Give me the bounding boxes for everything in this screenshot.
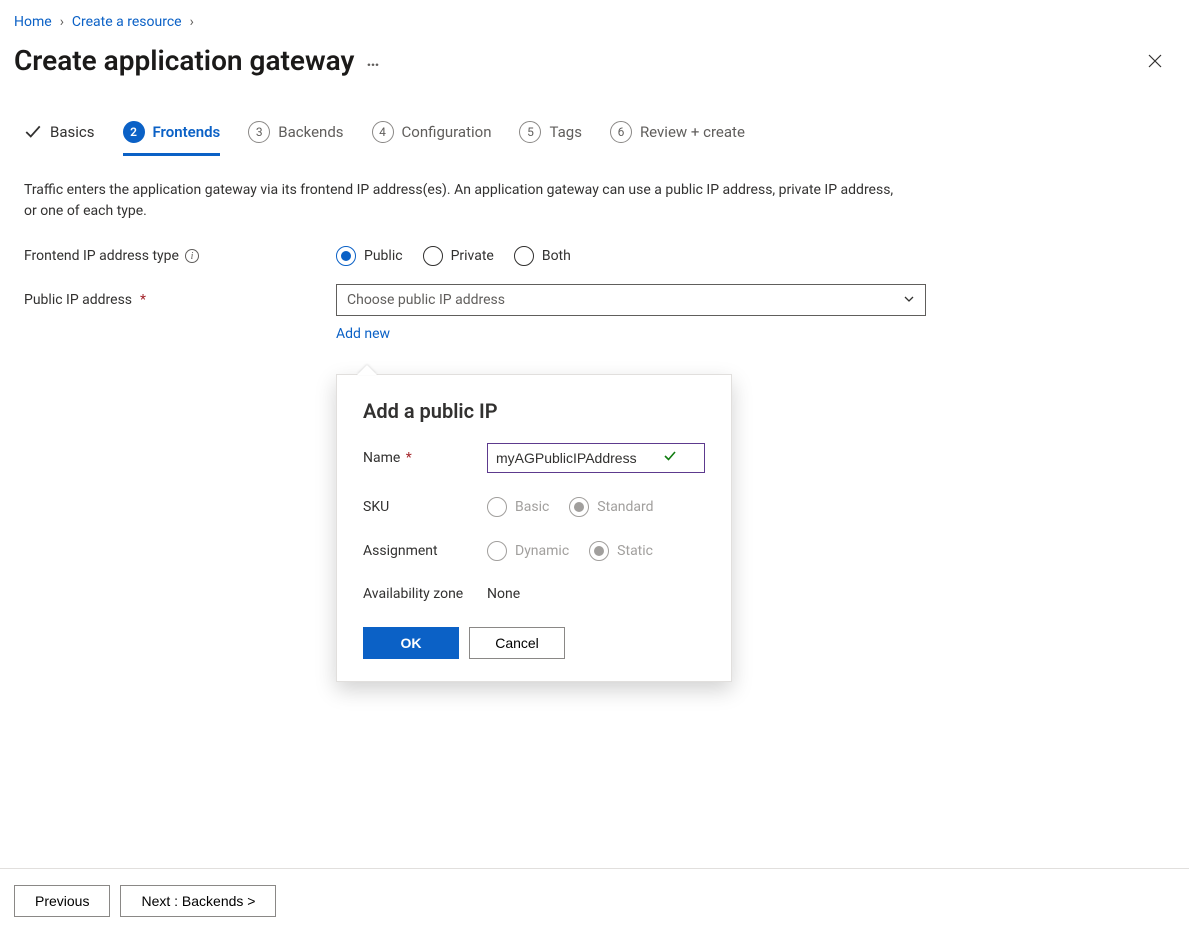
sku-label: SKU xyxy=(363,498,487,516)
tab-description: Traffic enters the application gateway v… xyxy=(0,156,920,222)
check-icon xyxy=(663,449,677,467)
public-ip-label: Public IP address xyxy=(24,292,132,308)
form: Frontend IP address type i Public Privat… xyxy=(0,222,1189,342)
step-number-icon: 3 xyxy=(248,121,270,143)
required-icon: * xyxy=(406,450,412,466)
next-button[interactable]: Next : Backends > xyxy=(120,885,276,917)
cancel-button[interactable]: Cancel xyxy=(469,627,565,659)
tab-configuration[interactable]: 4 Configuration xyxy=(372,121,492,156)
wizard-tabs: Basics 2 Frontends 3 Backends 4 Configur… xyxy=(0,85,1189,156)
availability-zone-value: None xyxy=(487,586,520,602)
tab-tags[interactable]: 5 Tags xyxy=(519,121,581,156)
add-new-link[interactable]: Add new xyxy=(336,326,390,342)
radio-label: Private xyxy=(451,248,494,264)
breadcrumb-home[interactable]: Home xyxy=(14,14,52,30)
tab-basics[interactable]: Basics xyxy=(24,123,95,154)
frontend-type-radio-group: Public Private Both xyxy=(336,246,571,266)
name-label: Name xyxy=(363,450,400,466)
more-icon[interactable]: … xyxy=(366,50,381,71)
radio-public[interactable]: Public xyxy=(336,246,403,266)
radio-icon xyxy=(589,541,609,561)
check-icon xyxy=(24,123,42,141)
tab-label: Backends xyxy=(278,123,343,141)
tab-frontends[interactable]: 2 Frontends xyxy=(123,121,221,156)
step-number-icon: 5 xyxy=(519,121,541,143)
breadcrumb-create-resource[interactable]: Create a resource xyxy=(72,14,182,30)
tab-label: Configuration xyxy=(402,123,492,141)
tab-label: Frontends xyxy=(153,123,221,141)
radio-label: Public xyxy=(364,248,403,264)
ok-button[interactable]: OK xyxy=(363,627,459,659)
radio-assignment-dynamic: Dynamic xyxy=(487,541,569,561)
radio-private[interactable]: Private xyxy=(423,246,494,266)
radio-label: Dynamic xyxy=(515,543,569,559)
radio-label: Standard xyxy=(597,499,653,515)
radio-icon xyxy=(336,246,356,266)
tab-label: Tags xyxy=(549,123,581,141)
previous-button[interactable]: Previous xyxy=(14,885,110,917)
tab-backends[interactable]: 3 Backends xyxy=(248,121,343,156)
chevron-down-icon xyxy=(903,293,915,308)
radio-label: Basic xyxy=(515,499,549,515)
step-number-icon: 4 xyxy=(372,121,394,143)
page-header: Create application gateway … xyxy=(0,38,1189,85)
availability-zone-label: Availability zone xyxy=(363,585,487,603)
step-number-icon: 2 xyxy=(123,121,145,143)
close-icon[interactable] xyxy=(1139,45,1171,77)
radio-assignment-static: Static xyxy=(589,541,653,561)
chevron-right-icon: › xyxy=(190,14,194,30)
radio-icon xyxy=(569,497,589,517)
popover-title: Add a public IP xyxy=(363,399,705,423)
radio-label: Static xyxy=(617,543,653,559)
frontend-type-label: Frontend IP address type xyxy=(24,248,179,264)
tab-label: Review + create xyxy=(640,123,745,141)
radio-icon xyxy=(487,541,507,561)
breadcrumb: Home › Create a resource › xyxy=(0,0,1189,38)
tab-review-create[interactable]: 6 Review + create xyxy=(610,121,745,156)
step-number-icon: 6 xyxy=(610,121,632,143)
add-public-ip-popover: Add a public IP Name * SKU Basic Standar… xyxy=(336,374,732,682)
page-title: Create application gateway xyxy=(14,44,354,77)
radio-icon xyxy=(423,246,443,266)
assignment-label: Assignment xyxy=(363,542,487,560)
radio-label: Both xyxy=(542,248,571,264)
radio-sku-basic: Basic xyxy=(487,497,549,517)
radio-sku-standard: Standard xyxy=(569,497,653,517)
radio-icon xyxy=(514,246,534,266)
select-placeholder: Choose public IP address xyxy=(347,292,505,308)
required-icon: * xyxy=(140,292,146,308)
chevron-right-icon: › xyxy=(60,14,64,30)
info-icon[interactable]: i xyxy=(185,249,199,263)
wizard-footer: Previous Next : Backends > xyxy=(0,868,1189,933)
radio-icon xyxy=(487,497,507,517)
radio-both[interactable]: Both xyxy=(514,246,571,266)
tab-label: Basics xyxy=(50,123,95,141)
public-ip-select[interactable]: Choose public IP address xyxy=(336,284,926,316)
